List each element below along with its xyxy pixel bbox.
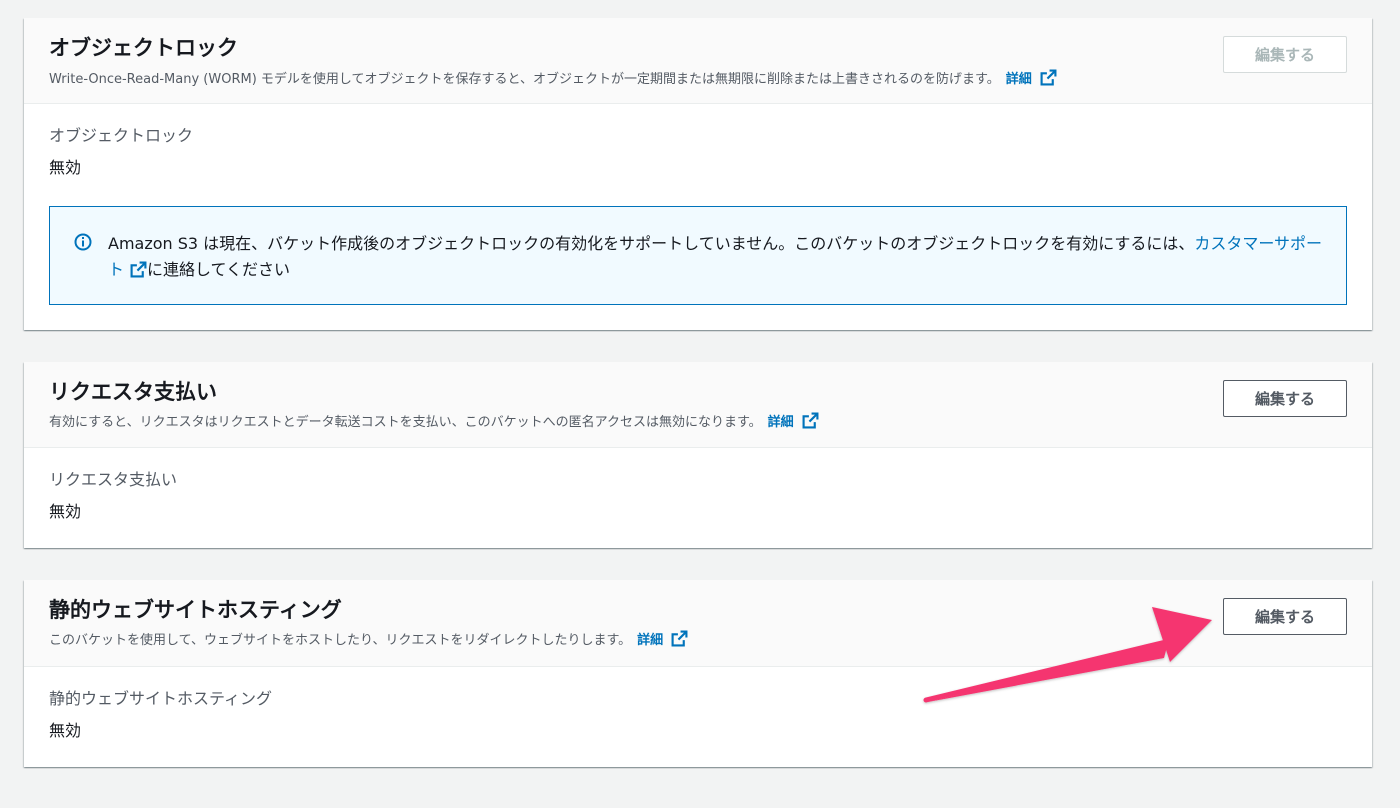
panel-header: 静的ウェブサイトホスティング このバケットを使用して、ウェブサイトをホストしたり…	[24, 580, 1372, 667]
info-link[interactable]: 詳細	[1005, 69, 1057, 87]
edit-button[interactable]: 編集する	[1223, 380, 1347, 417]
info-alert: Amazon S3 は現在、バケット作成後のオブジェクトロックの有効化をサポート…	[49, 206, 1347, 305]
panel-description: Write-Once-Read-Many (WORM) モデルを使用してオブジェ…	[49, 69, 1057, 89]
field-value: 無効	[49, 158, 82, 177]
alert-text-before: Amazon S3 は現在、バケット作成後のオブジェクトロックの有効化をサポート…	[108, 234, 1195, 253]
panel-title: 静的ウェブサイトホスティング	[49, 598, 342, 622]
info-link-label: 詳細	[767, 415, 794, 430]
info-link[interactable]: 詳細	[767, 412, 819, 430]
panel-header: リクエスタ支払い 有効にすると、リクエスタはリクエストとデータ転送コストを支払い…	[24, 362, 1372, 448]
field-value: 無効	[49, 502, 82, 521]
static-website-hosting-panel: 静的ウェブサイトホスティング このバケットを使用して、ウェブサイトをホストしたり…	[24, 580, 1372, 767]
object-lock-panel: オブジェクトロック Write-Once-Read-Many (WORM) モデ…	[24, 18, 1372, 330]
info-icon	[74, 233, 92, 251]
edit-button[interactable]: 編集する	[1223, 598, 1347, 635]
description-text: このバケットを使用して、ウェブサイトをホストしたり、リクエストをリダイレクトした…	[49, 633, 632, 648]
external-link-icon	[802, 412, 819, 429]
field-value: 無効	[49, 721, 82, 740]
info-link-label: 詳細	[637, 633, 664, 648]
description-text: Write-Once-Read-Many (WORM) モデルを使用してオブジェ…	[49, 72, 1000, 87]
panel-title: リクエスタ支払い	[49, 380, 217, 404]
alert-text-after: に連絡してください	[147, 260, 291, 279]
panel-description: このバケットを使用して、ウェブサイトをホストしたり、リクエストをリダイレクトした…	[49, 630, 688, 650]
panel-description: 有効にすると、リクエスタはリクエストとデータ転送コストを支払い、このバケットへの…	[49, 412, 819, 432]
external-link-icon	[671, 630, 688, 647]
field-label: リクエスタ支払い	[49, 470, 178, 489]
panel-title: オブジェクトロック	[49, 36, 238, 60]
external-link-icon	[130, 261, 147, 278]
info-link-label: 詳細	[1005, 72, 1032, 87]
info-link[interactable]: 詳細	[637, 630, 688, 648]
field-label: 静的ウェブサイトホスティング	[49, 689, 273, 708]
panel-header: オブジェクトロック Write-Once-Read-Many (WORM) モデ…	[24, 18, 1372, 104]
field-label: オブジェクトロック	[49, 126, 194, 145]
edit-button[interactable]: 編集する	[1223, 36, 1347, 73]
alert-message: Amazon S3 は現在、バケット作成後のオブジェクトロックの有効化をサポート…	[108, 231, 1328, 283]
requester-pays-panel: リクエスタ支払い 有効にすると、リクエスタはリクエストとデータ転送コストを支払い…	[24, 362, 1372, 548]
description-text: 有効にすると、リクエスタはリクエストとデータ転送コストを支払い、このバケットへの…	[49, 415, 762, 430]
external-link-icon	[1040, 69, 1057, 86]
